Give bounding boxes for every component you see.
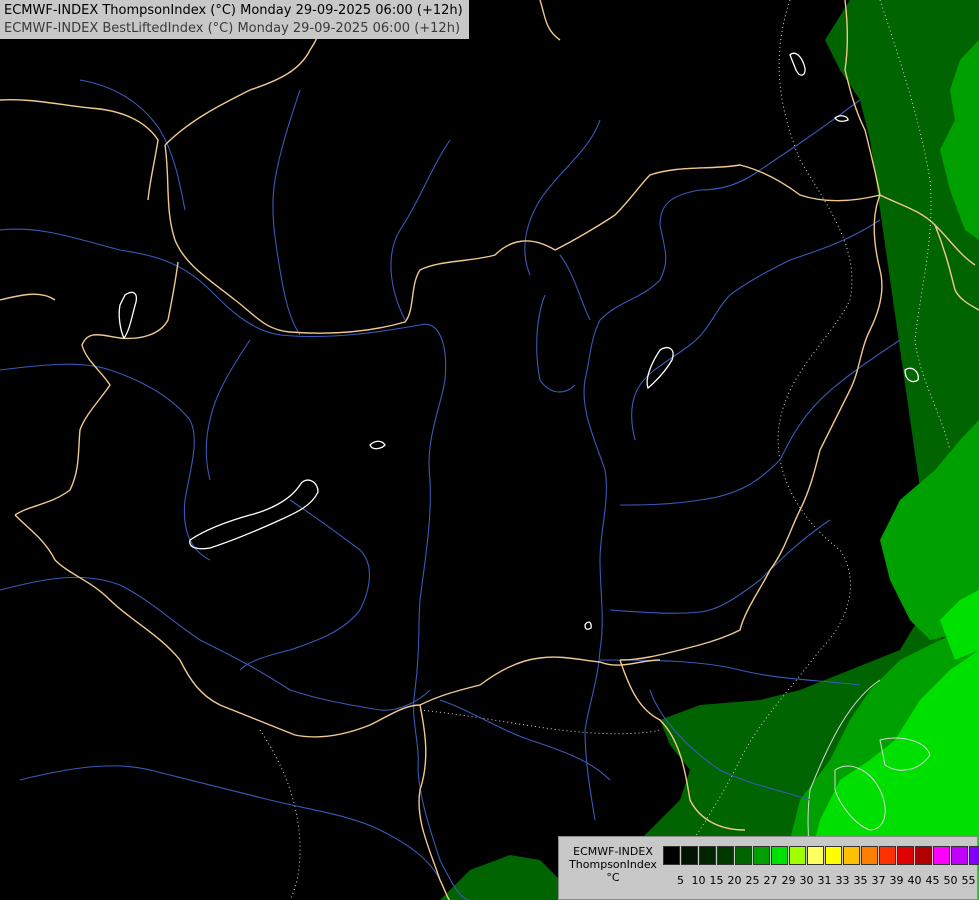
legend-swatch: [915, 846, 932, 865]
legend-tick-label: 40: [907, 874, 922, 887]
legend-swatch: [717, 846, 734, 865]
legend-title: ECMWF-INDEX ThompsonIndex °C: [565, 845, 661, 884]
legend-ticks: 51015202527293031333537394045505560: [663, 874, 979, 888]
legend-tick-label: 55: [961, 874, 976, 887]
legend-swatch: [897, 846, 914, 865]
legend-model: ECMWF-INDEX: [573, 845, 653, 858]
legend-tick-label: 20: [727, 874, 742, 887]
legend-swatch: [807, 846, 824, 865]
legend-tick-label: 10: [691, 874, 706, 887]
legend-swatch: [735, 846, 752, 865]
legend-unit: °C: [606, 871, 620, 884]
legend-swatch: [843, 846, 860, 865]
legend-tick-label: 35: [853, 874, 868, 887]
map-title-primary: ECMWF-INDEX ThompsonIndex (°C) Monday 29…: [4, 3, 463, 18]
legend-swatch: [753, 846, 770, 865]
legend-swatch: [789, 846, 806, 865]
legend-tick-label: 5: [677, 874, 684, 887]
legend-swatches: [663, 846, 979, 867]
legend-swatch: [951, 846, 968, 865]
legend-swatch: [933, 846, 950, 865]
legend-tick-label: 27: [763, 874, 778, 887]
legend-swatch: [699, 846, 716, 865]
legend-swatch: [969, 846, 979, 865]
legend-swatch: [681, 846, 698, 865]
legend-tick-label: 15: [709, 874, 724, 887]
legend-swatch: [663, 846, 680, 865]
legend-swatch: [771, 846, 788, 865]
color-legend: ECMWF-INDEX ThompsonIndex °C 5 10 15 20 25 27…: [558, 836, 979, 900]
legend-tick-label: 25: [745, 874, 760, 887]
legend-swatch: [825, 846, 842, 865]
legend-tick-label: 30: [799, 874, 814, 887]
legend-tick-label: 50: [943, 874, 958, 887]
legend-tick-label: 45: [925, 874, 940, 887]
legend-tick-label: 33: [835, 874, 850, 887]
weather-map: [0, 0, 979, 900]
legend-tick-label: 31: [817, 874, 832, 887]
legend-swatch: [879, 846, 896, 865]
legend-tick-label: 29: [781, 874, 796, 887]
map-title-box: ECMWF-INDEX ThompsonIndex (°C) Monday 29…: [0, 0, 469, 39]
legend-parameter: ThompsonIndex: [569, 858, 657, 871]
legend-tick-label: 39: [889, 874, 904, 887]
map-view: ECMWF-INDEX ThompsonIndex (°C) Monday 29…: [0, 0, 979, 900]
legend-tick-label: 37: [871, 874, 886, 887]
legend-swatch: [861, 846, 878, 865]
map-title-secondary: ECMWF-INDEX BestLiftedIndex (°C) Monday …: [4, 21, 461, 36]
